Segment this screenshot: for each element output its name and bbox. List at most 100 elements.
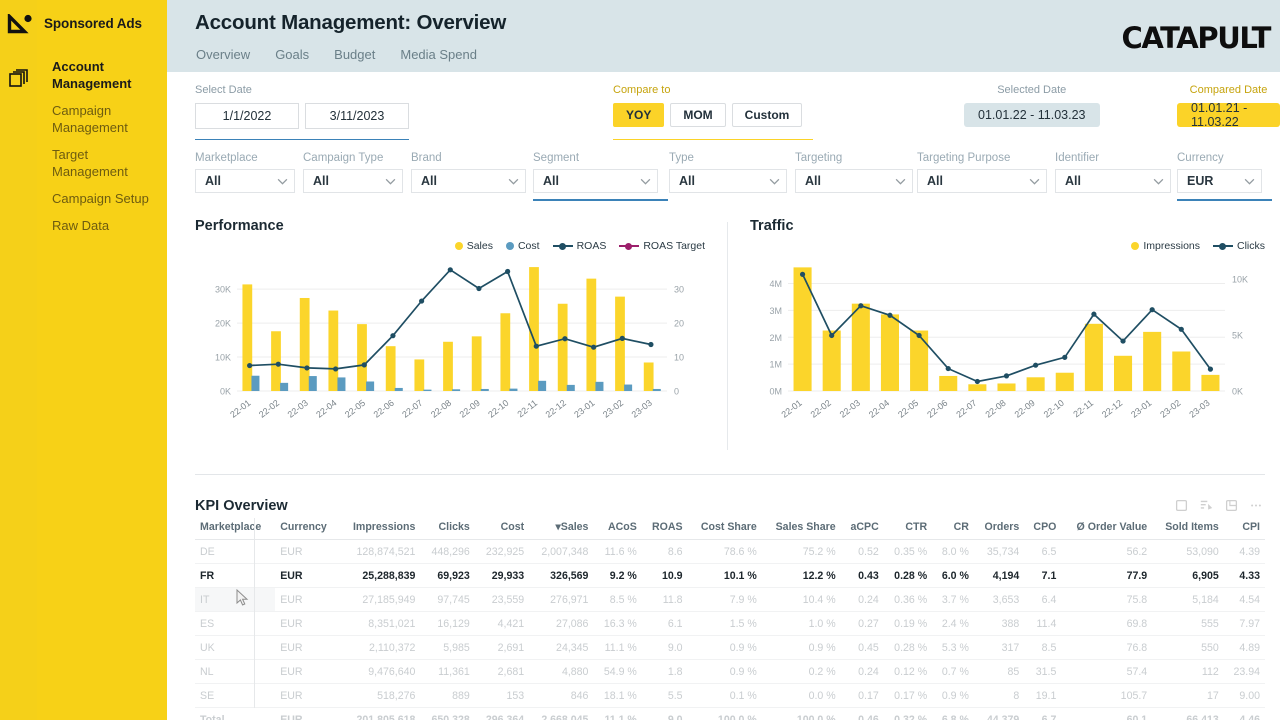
kpi-col-cpi[interactable]: CPI xyxy=(1224,518,1265,540)
catapult-logo-icon[interactable] xyxy=(7,14,33,38)
kpi-cell: NL xyxy=(200,665,214,678)
sidebar-item-raw-data[interactable]: Raw Data xyxy=(37,212,167,239)
kpi-col--order-value[interactable]: Ø Order Value xyxy=(1061,518,1152,540)
filter-select[interactable]: All xyxy=(795,169,913,193)
chevron-down-icon[interactable] xyxy=(640,178,651,185)
kpi-col-impressions[interactable]: Impressions xyxy=(339,518,421,540)
sidebar-item-campaign-setup[interactable]: Campaign Setup xyxy=(37,185,167,212)
filter-select[interactable]: EUR xyxy=(1177,169,1262,193)
svg-text:1M: 1M xyxy=(769,360,782,370)
filter-select[interactable]: All xyxy=(411,169,526,193)
kpi-col-acos[interactable]: ACoS xyxy=(593,518,641,540)
filter-select[interactable]: All xyxy=(533,169,658,193)
kpi-table-row[interactable]: IT EUR 27,185,949 97,745 23,559 276,971 8.5 % 1… xyxy=(195,587,1265,612)
drill-icon[interactable] xyxy=(1199,499,1214,512)
kpi-cell: EUR xyxy=(280,617,303,630)
compare-mom-button[interactable]: MOM xyxy=(670,103,726,127)
pages-stack-icon[interactable] xyxy=(8,68,30,90)
filter-type[interactable]: Type All xyxy=(669,152,787,193)
kpi-col-clicks[interactable]: Clicks xyxy=(420,518,474,540)
filter-brand[interactable]: Brand All xyxy=(411,152,526,193)
date-to-input[interactable]: 3/11/2023 xyxy=(305,103,409,129)
filter-value: All xyxy=(1065,174,1081,188)
kpi-table-row[interactable]: ES EUR 8,351,021 16,129 4,421 27,086 16.3 % 6.1… xyxy=(195,612,1265,636)
filter-select[interactable]: All xyxy=(669,169,787,193)
legend-item-roas[interactable]: ROAS xyxy=(552,240,606,252)
kpi-table[interactable]: Marketplace Currency Impressions Clicks Cost… xyxy=(195,518,1265,720)
kpi-col-ctr[interactable]: CTR xyxy=(884,518,932,540)
sidebar-item-campaign-management[interactable]: Campaign Management xyxy=(37,97,167,141)
tab-goals[interactable]: Goals xyxy=(275,47,334,62)
filter-icon[interactable] xyxy=(1175,499,1188,512)
kpi-col-cpo[interactable]: CPO xyxy=(1024,518,1061,540)
kpi-col-cost[interactable]: Cost xyxy=(475,518,529,540)
focus-mode-icon[interactable] xyxy=(1225,499,1238,512)
filter-campaign-type[interactable]: Campaign Type All xyxy=(303,152,403,193)
compare-custom-button[interactable]: Custom xyxy=(731,103,803,127)
filter-targeting-purpose[interactable]: Targeting Purpose All xyxy=(917,152,1047,193)
filter-targeting[interactable]: Targeting All xyxy=(795,152,913,193)
chevron-down-icon[interactable] xyxy=(1029,178,1040,185)
filter-select[interactable]: All xyxy=(917,169,1047,193)
kpi-table-row[interactable]: NL EUR 9,476,640 11,361 2,681 4,880 54.9 % 1.8 0… xyxy=(195,660,1265,684)
chevron-down-icon[interactable] xyxy=(277,178,288,185)
filter-identifier[interactable]: Identifier All xyxy=(1055,152,1171,193)
svg-text:22-03: 22-03 xyxy=(838,398,862,420)
kpi-col-cost-share[interactable]: Cost Share xyxy=(688,518,762,540)
more-options-icon[interactable] xyxy=(1249,499,1263,512)
date-from-input[interactable]: 1/1/2022 xyxy=(195,103,299,129)
kpi-cell: 54.9 % xyxy=(603,665,637,678)
kpi-table-row[interactable]: FR EUR 25,288,839 69,923 29,933 326,569 9.2 % 1… xyxy=(195,564,1265,588)
svg-text:0: 0 xyxy=(674,387,679,397)
kpi-col-marketplace[interactable]: Marketplace xyxy=(195,518,275,540)
legend-item-sales[interactable]: Sales xyxy=(454,240,493,252)
kpi-toolbar xyxy=(1175,499,1263,512)
kpi-col-currency[interactable]: Currency xyxy=(275,518,339,540)
chevron-down-icon[interactable] xyxy=(1244,178,1255,185)
chevron-down-icon[interactable] xyxy=(508,178,519,185)
chevron-down-icon[interactable] xyxy=(769,178,780,185)
legend-item-cost[interactable]: Cost xyxy=(505,240,540,252)
kpi-table-row[interactable]: DE EUR 128,874,521 448,296 232,925 2,007,348 1… xyxy=(195,540,1265,564)
svg-text:0K: 0K xyxy=(1232,387,1243,397)
tab-media-spend[interactable]: Media Spend xyxy=(400,47,502,62)
kpi-col-sold-items[interactable]: Sold Items xyxy=(1152,518,1224,540)
filter-select[interactable]: All xyxy=(195,169,295,193)
legend-item-impressions[interactable]: Impressions xyxy=(1131,240,1200,252)
tab-budget[interactable]: Budget xyxy=(334,47,400,62)
kpi-cell: 0.7 % xyxy=(941,665,969,678)
kpi-cell: 0.2 % xyxy=(808,665,836,678)
sidebar-item-target-management[interactable]: Target Management xyxy=(37,141,167,185)
kpi-col-cr[interactable]: CR xyxy=(932,518,974,540)
kpi-cell: 0.28 % xyxy=(894,641,928,654)
kpi-cell: 4,880 xyxy=(561,665,589,678)
kpi-total-row[interactable]: Total EUR 201,805,618 650,328 296,364 2,668,0… xyxy=(195,708,1265,720)
legend-item-roas-target[interactable]: ROAS Target xyxy=(619,240,705,252)
chevron-down-icon[interactable] xyxy=(1153,178,1164,185)
tab-overview[interactable]: Overview xyxy=(196,47,275,62)
kpi-cell: 7.1 xyxy=(1041,569,1057,582)
kpi-col-sales[interactable]: ▾Sales xyxy=(529,518,593,540)
svg-text:22-01: 22-01 xyxy=(228,398,252,420)
kpi-col-roas[interactable]: ROAS xyxy=(642,518,688,540)
kpi-col-orders[interactable]: Orders xyxy=(974,518,1024,540)
kpi-cell: 2,007,348 xyxy=(541,545,589,558)
filter-select[interactable]: All xyxy=(303,169,403,193)
filter-marketplace[interactable]: Marketplace All xyxy=(195,152,295,193)
kpi-table-row[interactable]: SE EUR 518,276 889 153 846 18.1 % 5.5 0.1 % 0.0 %… xyxy=(195,684,1265,708)
compare-yoy-button[interactable]: YOY xyxy=(613,103,665,127)
legend-item-clicks[interactable]: Clicks xyxy=(1213,240,1265,252)
filter-currency[interactable]: Currency EUR xyxy=(1177,152,1262,193)
sidebar-item-account-management[interactable]: Account Management xyxy=(37,53,167,97)
kpi-table-row[interactable]: UK EUR 2,110,372 5,985 2,691 24,345 11.1 % 9.0 0… xyxy=(195,636,1265,660)
compared-date-label: Compared Date xyxy=(1189,84,1268,96)
chevron-down-icon[interactable] xyxy=(895,178,906,185)
filter-select[interactable]: All xyxy=(1055,169,1171,193)
kpi-col-sales-share[interactable]: Sales Share xyxy=(762,518,841,540)
svg-text:23-02: 23-02 xyxy=(601,398,625,420)
kpi-col-acpc[interactable]: aCPC xyxy=(841,518,884,540)
filter-band: Select Date 1/1/2022 3/11/2023 Compare t… xyxy=(167,72,1280,142)
chevron-down-icon[interactable] xyxy=(385,178,396,185)
kpi-cell: 44,379 xyxy=(986,713,1020,720)
filter-segment[interactable]: Segment All xyxy=(533,152,658,193)
